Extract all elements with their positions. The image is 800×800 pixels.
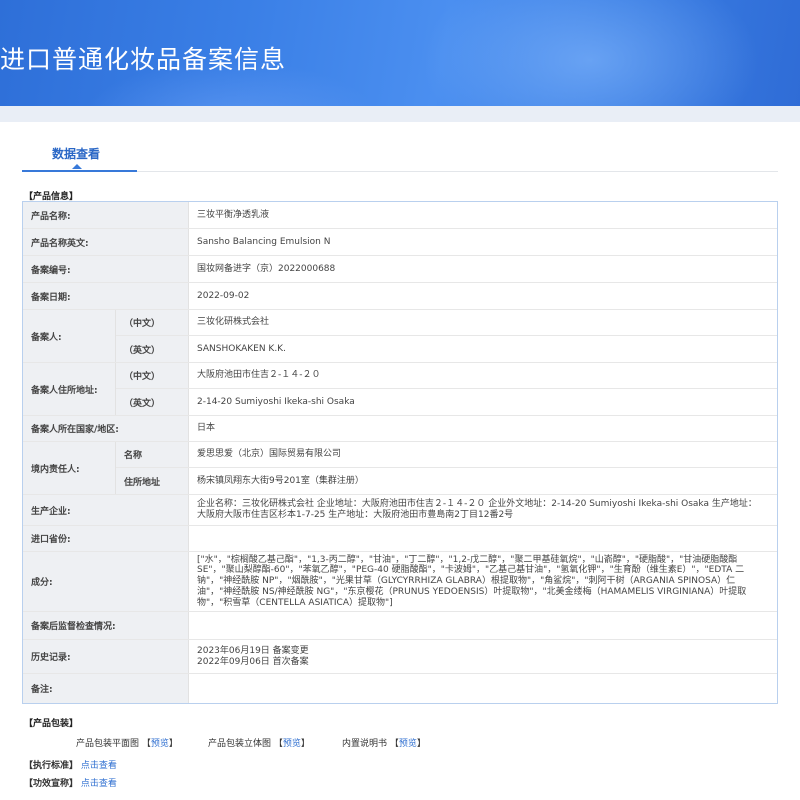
efficacy-heading: 【功效宣称】 — [24, 779, 79, 789]
sub-label: 名称 — [116, 442, 189, 467]
field-value: ["水"，"棕榈酸乙基己酯"，"1,3-丙二醇"，"甘油"，"丁二醇"，"1,2… — [197, 554, 747, 608]
field-label: 备案人所在国家/地区: — [23, 416, 189, 441]
field-value: 2022-09-02 — [197, 290, 250, 301]
sub-label: （英文） — [116, 389, 189, 415]
product-info-table: 产品名称: 三妆平衡净透乳液 产品名称英文: Sansho Balancing … — [22, 201, 778, 704]
field-label: 生产企业: — [23, 495, 189, 525]
packaging-heading: 【产品包装】 — [24, 719, 79, 729]
sub-label: （英文） — [116, 336, 189, 362]
address-en: （英文） 2-14-20 Sumiyoshi Ikeka-shi Osaka — [116, 389, 777, 415]
field-value — [189, 674, 777, 703]
field-label: 产品名称英文: — [23, 229, 189, 255]
field-value — [189, 612, 777, 639]
field-value: 三妆化研株式会社 — [197, 317, 270, 328]
row-filer: 备案人: （中文） 三妆化研株式会社 （英文） SANSHOKAKEN K.K. — [23, 310, 777, 363]
field-label: 成分: — [23, 552, 189, 611]
field-label: 备案日期: — [23, 283, 189, 309]
field-value: 杨宋镇凤翔东大街9号201室（集群注册） — [197, 475, 364, 486]
row-ingredients: 成分: ["水"，"棕榈酸乙基己酯"，"1,3-丙二醇"，"甘油"，"丁二醇"，… — [23, 552, 777, 612]
field-value: Sansho Balancing Emulsion N — [197, 236, 331, 247]
filer-subrows: （中文） 三妆化研株式会社 （英文） SANSHOKAKEN K.K. — [116, 310, 777, 362]
preview-link[interactable]: 预览 — [151, 739, 169, 749]
row-filer-address: 备案人住所地址: （中文） 大阪府池田市住吉２-１４-２０ （英文） 2-14-… — [23, 363, 777, 416]
history-entry: 2023年06月19日 备案变更 — [197, 645, 309, 656]
field-value: 日本 — [197, 423, 216, 434]
field-label: 历史记录: — [23, 640, 189, 673]
filer-address-subrows: （中文） 大阪府池田市住吉２-１４-２０ （英文） 2-14-20 Sumiyo… — [116, 363, 777, 415]
field-label: 备案后监督检查情况: — [23, 612, 189, 639]
packaging-item-name: 产品包装平面图 — [76, 739, 140, 749]
agent-address: 住所地址 杨宋镇凤翔东大街9号201室（集群注册） — [116, 468, 777, 494]
field-label: 备案人: — [23, 310, 116, 362]
field-label: 备案人住所地址: — [23, 363, 116, 415]
tab-data-view[interactable]: 数据查看 — [22, 136, 137, 172]
field-label: 备注: — [23, 674, 189, 703]
efficacy-row: 【功效宣称】 点击查看 — [24, 776, 117, 789]
tab-label: 数据查看 — [52, 147, 101, 161]
preview-link[interactable]: 预览 — [399, 739, 417, 749]
sub-label: （中文） — [116, 310, 189, 335]
tab-caret-icon — [72, 164, 82, 169]
agent-subrows: 名称 爱思思爱（北京）国际贸易有限公司 住所地址 杨宋镇凤翔东大街9号201室（… — [116, 442, 777, 494]
packaging-item: 产品包装平面图 【预览】 — [76, 739, 178, 749]
field-value: 2-14-20 Sumiyoshi Ikeka-shi Osaka — [197, 396, 355, 407]
standard-link[interactable]: 点击查看 — [81, 761, 117, 771]
field-value: 三妆平衡净透乳液 — [197, 209, 270, 220]
field-value: 国妆网备进字（京）2022000688 — [197, 263, 336, 274]
banner-divider — [0, 106, 800, 122]
field-label: 境内责任人: — [23, 442, 116, 494]
row-country: 备案人所在国家/地区: 日本 — [23, 416, 777, 442]
packaging-item: 产品包装立体图 【预览】 — [208, 739, 310, 749]
field-value: 企业名称：三妆化研株式会社 企业地址：大阪府池田市住吉２-１４-２０ 企业外文地… — [197, 499, 757, 520]
row-record-no: 备案编号: 国妆网备进字（京）2022000688 — [23, 256, 777, 283]
agent-name: 名称 爱思思爱（北京）国际贸易有限公司 — [116, 442, 777, 468]
field-value: 大阪府池田市住吉２-１４-２０ — [197, 370, 321, 381]
field-label: 进口省份: — [23, 526, 189, 551]
row-remarks: 备注: — [23, 674, 777, 703]
efficacy-link[interactable]: 点击查看 — [81, 779, 117, 789]
tab-bar: 数据查看 — [22, 136, 778, 172]
field-value — [189, 526, 777, 551]
field-value: SANSHOKAKEN K.K. — [197, 343, 286, 354]
header-banner: 进口普通化妆品备案信息 — [0, 0, 800, 122]
packaging-item-name: 产品包装立体图 — [208, 739, 272, 749]
filer-en: （英文） SANSHOKAKEN K.K. — [116, 336, 777, 362]
sub-label: 住所地址 — [116, 468, 189, 494]
row-product-name: 产品名称: 三妆平衡净透乳液 — [23, 202, 777, 229]
address-cn: （中文） 大阪府池田市住吉２-１４-２０ — [116, 363, 777, 389]
banner-glow — [420, 0, 760, 122]
page-title: 进口普通化妆品备案信息 — [0, 45, 287, 74]
field-label: 备案编号: — [23, 256, 189, 282]
field-label: 产品名称: — [23, 202, 189, 228]
row-post-check: 备案后监督检查情况: — [23, 612, 777, 640]
standard-heading: 【执行标准】 — [24, 761, 79, 771]
packaging-item: 内置说明书 【预览】 — [342, 739, 426, 749]
standard-row: 【执行标准】 点击查看 — [24, 758, 117, 771]
row-import-port: 进口省份: — [23, 526, 777, 552]
row-history: 历史记录: 2023年06月19日 备案变更 2022年09月06日 首次备案 — [23, 640, 777, 674]
row-record-date: 备案日期: 2022-09-02 — [23, 283, 777, 310]
field-value: 爱思思爱（北京）国际贸易有限公司 — [197, 449, 342, 460]
preview-link[interactable]: 预览 — [283, 739, 301, 749]
history-entry: 2022年09月06日 首次备案 — [197, 656, 309, 667]
row-product-name-en: 产品名称英文: Sansho Balancing Emulsion N — [23, 229, 777, 256]
row-domestic-agent: 境内责任人: 名称 爱思思爱（北京）国际贸易有限公司 住所地址 杨宋镇凤翔东大街… — [23, 442, 777, 495]
row-manufacturer: 生产企业: 企业名称：三妆化研株式会社 企业地址：大阪府池田市住吉２-１４-２０… — [23, 495, 777, 526]
packaging-item-name: 内置说明书 — [342, 739, 388, 749]
history-values: 2023年06月19日 备案变更 2022年09月06日 首次备案 — [189, 640, 777, 673]
sub-label: （中文） — [116, 363, 189, 388]
filer-cn: （中文） 三妆化研株式会社 — [116, 310, 777, 336]
